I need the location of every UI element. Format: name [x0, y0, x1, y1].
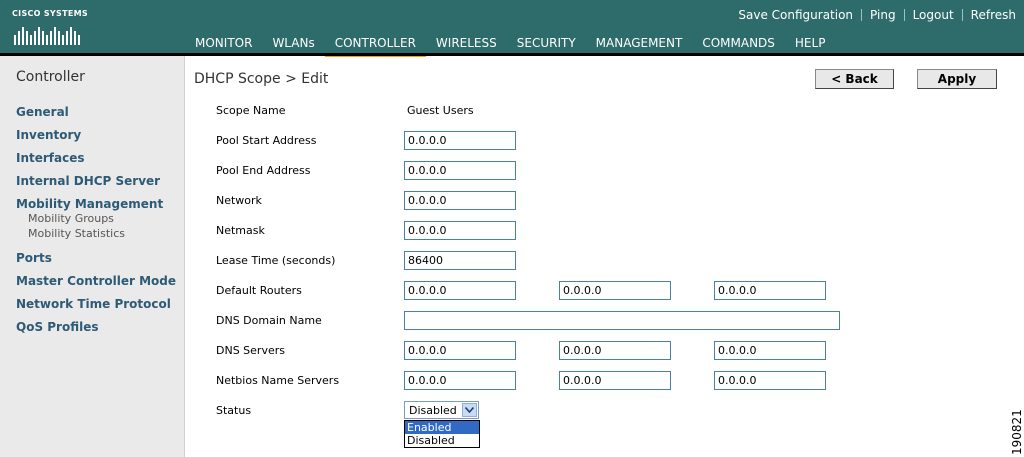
save-configuration-link[interactable]: Save Configuration [738, 8, 853, 22]
top-header: CISCO SYSTEMS Save Configuration Ping Lo… [0, 0, 1024, 57]
cisco-bridge-icon [14, 27, 80, 45]
sidebar-item-internal-dhcp-server[interactable]: Internal DHCP Server [16, 173, 176, 196]
sidebar-item-master-controller-mode[interactable]: Master Controller Mode [16, 273, 176, 296]
figure-id: 190821 [1010, 409, 1024, 455]
default-router-2-input[interactable] [559, 281, 671, 300]
link-divider [961, 9, 963, 21]
network-label: Network [216, 194, 262, 207]
cisco-logo: CISCO SYSTEMS [12, 9, 88, 47]
sidebar-item-mobility-management[interactable]: Mobility Management [16, 196, 176, 212]
netbios-server-1-input[interactable] [404, 371, 516, 390]
refresh-link[interactable]: Refresh [971, 8, 1016, 22]
default-routers-label: Default Routers [216, 284, 302, 297]
tab-monitor[interactable]: MONITOR [185, 35, 262, 53]
link-divider [903, 9, 905, 21]
ping-link[interactable]: Ping [870, 8, 896, 22]
netbios-servers-label: Netbios Name Servers [216, 374, 340, 387]
tab-controller[interactable]: CONTROLLER [324, 35, 427, 57]
sidebar-subitem-mobility-groups[interactable]: Mobility Groups [16, 212, 176, 227]
dns-server-2-input[interactable] [559, 341, 671, 360]
sidebar: Controller General Inventory Interfaces … [0, 56, 185, 457]
network-input[interactable] [404, 191, 516, 210]
page-title: DHCP Scope > Edit [194, 71, 329, 87]
sidebar-item-qos-profiles[interactable]: QoS Profiles [16, 319, 176, 342]
tab-management[interactable]: MANAGEMENT [586, 35, 693, 53]
tab-wlans[interactable]: WLANs [262, 35, 324, 53]
dns-servers-label: DNS Servers [216, 344, 285, 357]
default-router-1-input[interactable] [404, 281, 516, 300]
netbios-server-2-input[interactable] [559, 371, 671, 390]
status-select-value: Disabled [409, 403, 457, 417]
pool-start-label: Pool Start Address [216, 134, 317, 147]
lease-time-label: Lease Time (seconds) [216, 254, 336, 267]
sidebar-item-interfaces[interactable]: Interfaces [16, 150, 176, 173]
dns-domain-label: DNS Domain Name [216, 314, 322, 327]
pool-end-label: Pool End Address [216, 164, 311, 177]
sidebar-subitem-mobility-statistics[interactable]: Mobility Statistics [16, 227, 176, 242]
tab-security[interactable]: SECURITY [507, 35, 586, 53]
status-option-disabled[interactable]: Disabled [405, 434, 479, 447]
pool-end-input[interactable] [404, 161, 516, 180]
status-option-enabled[interactable]: Enabled [405, 421, 479, 434]
tab-wireless[interactable]: WIRELESS [426, 35, 507, 53]
scope-name-value: Guest Users [407, 104, 474, 117]
default-router-3-input[interactable] [714, 281, 826, 300]
status-select[interactable]: Disabled [404, 401, 479, 419]
status-label: Status [216, 404, 252, 417]
sidebar-menu: General Inventory Interfaces Internal DH… [16, 104, 176, 342]
tab-commands[interactable]: COMMANDS [692, 35, 785, 53]
link-divider [861, 9, 863, 21]
sidebar-item-ports[interactable]: Ports [16, 250, 176, 273]
apply-button[interactable]: Apply [917, 69, 997, 89]
pool-start-input[interactable] [404, 131, 516, 150]
sidebar-title: Controller [16, 69, 85, 85]
dns-domain-input[interactable] [404, 311, 840, 330]
netmask-label: Netmask [216, 224, 265, 237]
dns-server-3-input[interactable] [714, 341, 826, 360]
scope-name-label: Scope Name [216, 104, 286, 117]
dns-server-1-input[interactable] [404, 341, 516, 360]
tab-help[interactable]: HELP [785, 35, 836, 53]
status-dropdown-list: Enabled Disabled [404, 420, 480, 448]
brand-text: CISCO SYSTEMS [12, 9, 88, 18]
netmask-input[interactable] [404, 221, 516, 240]
sidebar-item-general[interactable]: General [16, 104, 176, 127]
chevron-down-icon[interactable] [462, 403, 477, 417]
sidebar-item-network-time-protocol[interactable]: Network Time Protocol [16, 296, 176, 319]
mobility-submenu: Mobility Groups Mobility Statistics [16, 212, 176, 242]
sidebar-item-inventory[interactable]: Inventory [16, 127, 176, 150]
utility-links: Save Configuration Ping Logout Refresh [738, 8, 1016, 22]
main-nav: MONITOR WLANs CONTROLLER WIRELESS SECURI… [185, 35, 836, 57]
lease-time-input[interactable] [404, 251, 516, 270]
back-button[interactable]: < Back [815, 69, 894, 89]
netbios-server-3-input[interactable] [714, 371, 826, 390]
logout-link[interactable]: Logout [913, 8, 954, 22]
